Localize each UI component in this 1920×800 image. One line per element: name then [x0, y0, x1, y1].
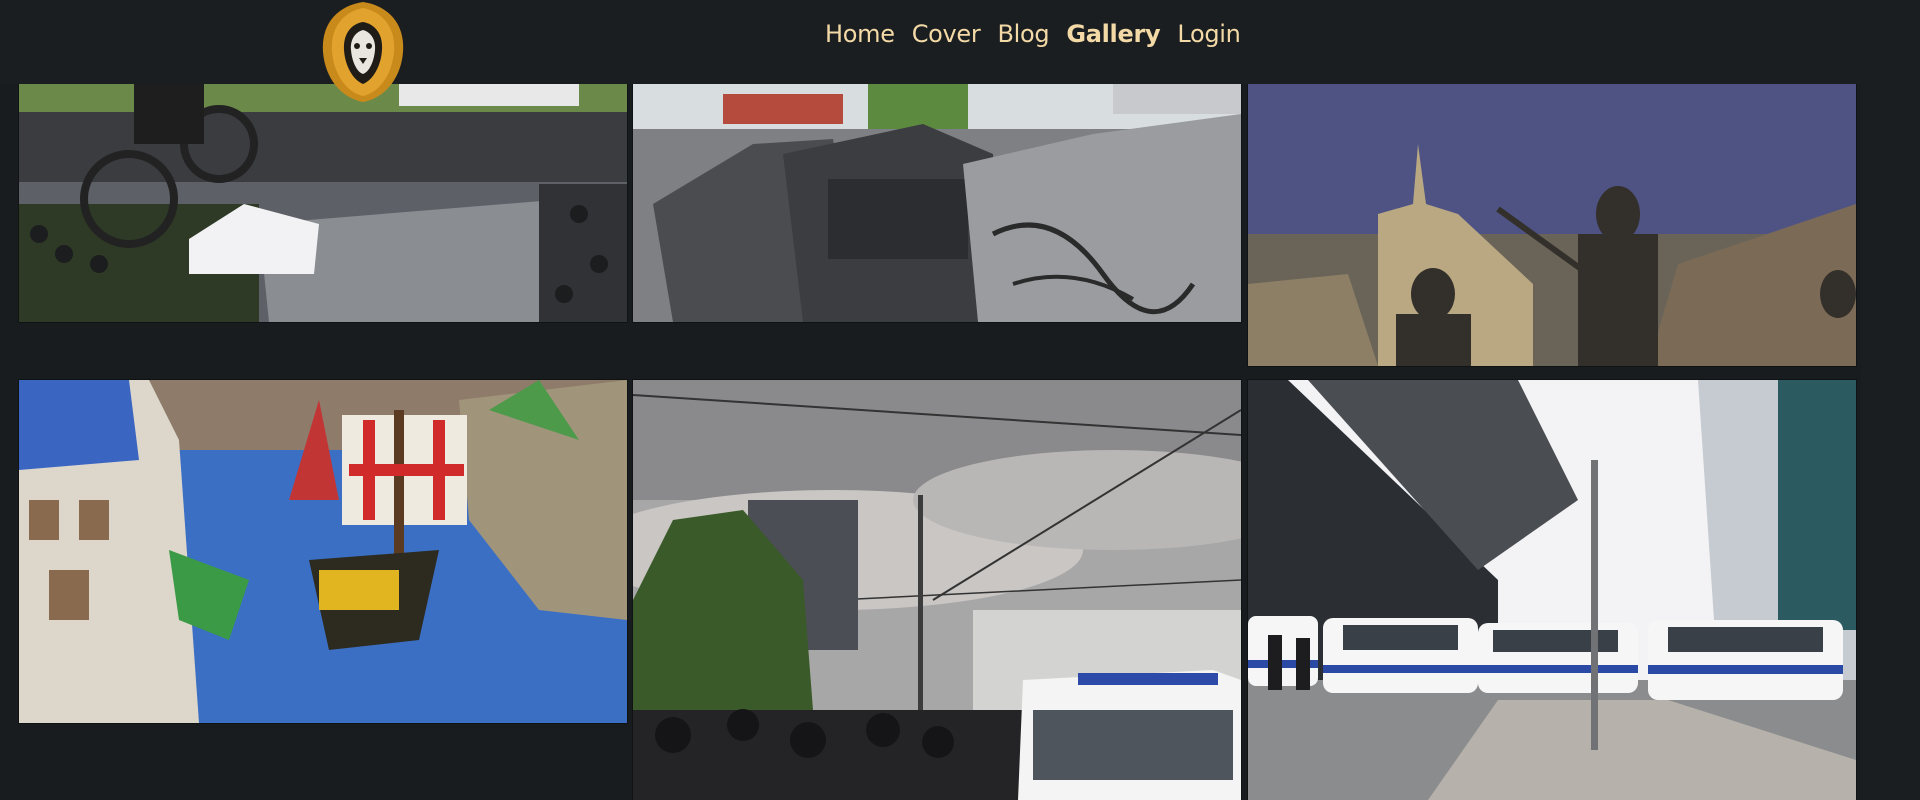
nav-gallery-link[interactable]: Gallery	[1066, 20, 1160, 48]
photo-street-protest[interactable]	[633, 380, 1241, 800]
photo-police-vans[interactable]	[1248, 380, 1856, 800]
top-navbar: Home Cover Blog Gallery Login	[0, 0, 1920, 84]
nav-cover-link[interactable]: Cover	[912, 20, 981, 48]
photo-bmx-festival[interactable]	[19, 84, 627, 322]
photo-lego-harbor[interactable]	[19, 380, 627, 723]
photo-armored-vehicles[interactable]	[633, 84, 1241, 322]
gallery-grid	[0, 0, 1920, 800]
photo-band-mosaic[interactable]	[1248, 84, 1856, 366]
page-right-margin	[1861, 84, 1920, 800]
lion-head-logo-icon[interactable]	[317, 0, 409, 104]
main-nav: Home Cover Blog Gallery Login	[825, 14, 1241, 54]
nav-blog-link[interactable]: Blog	[997, 20, 1049, 48]
nav-home-link[interactable]: Home	[825, 20, 895, 48]
nav-login-link[interactable]: Login	[1177, 20, 1241, 48]
